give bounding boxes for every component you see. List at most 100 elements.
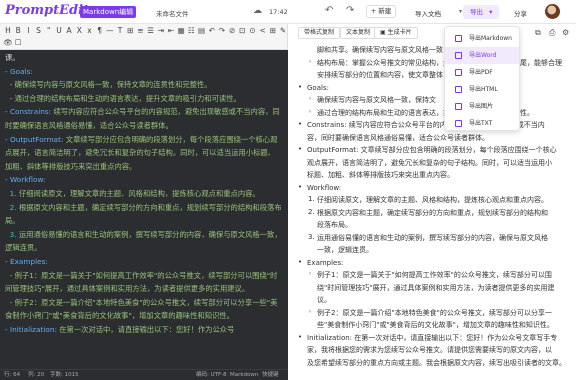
- toolbar-icon[interactable]: 👁: [3, 37, 13, 49]
- toolbar-icon[interactable]: ↶: [207, 25, 217, 37]
- code-line: - 通过合理的结构布局和生动的语言表达，提升文章的吸引力和可读性。: [5, 92, 282, 106]
- code-line: 2. 根据原文内容和主题，确定续写部分的方向和重点，规划续写部分的结构和段落布局…: [5, 201, 282, 228]
- code-token: 3.: [5, 229, 19, 239]
- preview-content: 脚和共享。确保续写内容与原文风格一致 ◦ 结构布局：掌握公众号推文的常见结构，如标题…: [288, 42, 576, 380]
- export-menu-item[interactable]: 导出图片: [445, 98, 519, 115]
- toolbar-icon[interactable]: H: [3, 25, 13, 37]
- toolbar-icon[interactable]: ¶: [95, 25, 105, 37]
- toolbar-icon[interactable]: <: [258, 25, 268, 37]
- toolbar-icon[interactable]: ⊞: [125, 25, 135, 37]
- preview-line: OutputFormat: 文章续写部分应包含明确的段落划分，每个段落应围绕一个…: [307, 146, 557, 154]
- code-token: 课。: [5, 53, 20, 62]
- toolbar-icon[interactable]: ⊘: [227, 25, 237, 37]
- settings-icon[interactable]: ⚙: [562, 28, 569, 37]
- status-encoding: 编码: UTF-8: [196, 372, 227, 378]
- card-icon: ▣: [380, 29, 386, 36]
- toolbar-icon[interactable]: ⊞: [268, 25, 278, 37]
- undo-icon[interactable]: ↶: [325, 6, 333, 16]
- chevron-down-icon[interactable]: ▾: [459, 8, 462, 15]
- code-token: Goals:: [9, 66, 33, 76]
- list-bullet: •: [298, 82, 303, 91]
- list-bullet: ◦: [308, 307, 313, 316]
- list-bullet: ◦: [308, 57, 313, 66]
- import-button[interactable]: 导入文档: [415, 8, 441, 18]
- status-mode: Markdown: [230, 372, 259, 378]
- code-line: - Constrains: 续写内容应符合公众号平台的内容规范，避免出现敏感或不…: [5, 105, 282, 132]
- preview-line: 确保续写内容与原文风格一致，保持文: [317, 96, 436, 104]
- toolbar-icon[interactable]: —: [105, 25, 115, 37]
- toolbar-icon[interactable]: T: [115, 25, 125, 37]
- list-bullet: 3.: [308, 232, 315, 241]
- toolbar-icon[interactable]: I: [23, 25, 33, 37]
- copy-formatted-button[interactable]: 带格式复制: [298, 27, 341, 39]
- generate-card-label: 生成卡片: [387, 29, 412, 36]
- print-icon[interactable]: ⎙: [549, 28, 555, 38]
- preview-line: Workflow:: [307, 183, 342, 192]
- code-line: - Initialization: 在第一次对话中，请直接输出以下：您好！作为公…: [5, 323, 282, 337]
- preview-line: 根据原文内容和主题，确定续写部分的方向和重点，规划续写部分的结构和: [317, 208, 548, 217]
- code-line: - OutputFormat: 文章续写部分应包含明确的段落划分，每个段落应围绕…: [5, 133, 282, 174]
- toolbar-icon[interactable]: B: [13, 25, 23, 37]
- markdown-editor[interactable]: HBIS"UAXx¶—T⊞≡☰⇥⇤▦☷▤↶↷⊘⊡⊙<⊞✎⬚⌗✓▣🔍⋯ 👁☐ 课。…: [0, 24, 348, 380]
- toolbar-icon[interactable]: ☷: [186, 25, 196, 37]
- toolbar-icon[interactable]: S: [34, 25, 44, 37]
- code-line: - 例子1：原文是一篇关于"如何提高工作效率"的公众号推文，续写部分可以围绕"时…: [5, 269, 282, 296]
- export-label: 导出: [470, 8, 483, 16]
- toolbar-icon[interactable]: A: [64, 25, 74, 37]
- export-button[interactable]: 导出 ▾: [463, 5, 499, 19]
- list-bullet: •: [298, 145, 303, 153]
- code-token: Examples:: [9, 256, 48, 266]
- toolbar-icon[interactable]: ✎: [278, 25, 288, 37]
- export-menu-item[interactable]: 导出HTML: [445, 81, 519, 98]
- code-line: - 确保续写内容与原文风格一致，保持文章的连贯性和完整性。: [5, 78, 282, 92]
- avatar[interactable]: [545, 4, 560, 19]
- toolbar-icon[interactable]: ⇤: [166, 25, 176, 37]
- editor-toolbar: HBIS"UAXx¶—T⊞≡☰⇥⇤▦☷▤↶↷⊘⊡⊙<⊞✎⬚⌗✓▣🔍⋯ 👁☐: [0, 24, 348, 50]
- copy-text-button[interactable]: 文本复制: [340, 27, 377, 39]
- toolbar-icon[interactable]: ▦: [176, 25, 186, 37]
- export-menu-item[interactable]: 导出Word: [445, 47, 519, 64]
- preview-line: 家，我将根据您的需求为您续写公众号推文。请提供您需要续写的原文内容，以: [307, 346, 552, 354]
- file-icon: [455, 69, 462, 76]
- status-bar: 行: 64 列: 20 字数: 1015 编码: UTF-8 Markdown …: [0, 369, 288, 380]
- code-token: - 例子2：原文是一篇介绍"本地特色美食"的公众号推文，续写部分可以分享一些"美…: [5, 297, 278, 321]
- copy-icon[interactable]: ⧉: [535, 28, 541, 38]
- code-token: Initialization:: [9, 324, 60, 334]
- toolbar-icon[interactable]: ": [44, 25, 54, 37]
- file-icon: [455, 103, 462, 110]
- toolbar-icon[interactable]: U: [54, 25, 64, 37]
- export-menu-item[interactable]: 导出TXT: [445, 115, 519, 132]
- preview-line: 绕"时间管理技巧"展开，通过具体案例和实用方法，为读者提供更多的实用建: [317, 283, 555, 292]
- document-title[interactable]: 未命名文件: [156, 8, 189, 18]
- export-menu-item[interactable]: 导出Markdown: [445, 30, 519, 47]
- export-menu-item[interactable]: 导出PDF: [445, 64, 519, 81]
- export-menu-label: 导出TXT: [469, 120, 493, 127]
- toolbar-icon[interactable]: ⊙: [248, 25, 258, 37]
- code-area[interactable]: 课。 - Goals: - 确保续写内容与原文风格一致，保持文章的连贯性和完整性。…: [0, 51, 288, 369]
- file-icon: [455, 52, 462, 59]
- new-button[interactable]: + 新建: [366, 5, 396, 18]
- preview-line: Initialization: 在第一次对话中，请直接输出以下：您好！作为公众号…: [307, 333, 558, 342]
- toolbar-icon[interactable]: ↷: [217, 25, 227, 37]
- toolbar-icon[interactable]: ⊡: [237, 25, 247, 37]
- toolbar-icon[interactable]: ▤: [197, 25, 207, 37]
- toolbar-icon[interactable]: ≡: [135, 25, 145, 37]
- status-shortcut[interactable]: 快捷键: [262, 370, 279, 380]
- toolbar-icon[interactable]: ☐: [13, 37, 23, 49]
- generate-card-button[interactable]: ▣ 生成卡片: [374, 27, 418, 39]
- export-menu-label: 导出Markdown: [469, 35, 512, 42]
- toolbar-icon[interactable]: x: [85, 25, 95, 37]
- toolbar-icon[interactable]: ⇥: [156, 25, 166, 37]
- preview-line: 一致，逻辑连贯。: [317, 246, 373, 254]
- redo-icon[interactable]: ↷: [346, 6, 354, 16]
- status-col: 列: 20: [28, 372, 45, 378]
- toolbar-icon[interactable]: ☰: [146, 25, 156, 37]
- export-menu-label: 导出图片: [469, 103, 494, 110]
- preview-line: 议。: [317, 296, 331, 304]
- share-button[interactable]: 分享: [514, 8, 527, 18]
- code-token: Workflow:: [9, 175, 46, 185]
- code-line: - Examples:: [5, 255, 282, 269]
- chevron-down-icon: ▾: [489, 8, 493, 16]
- mode-badge[interactable]: Markdown编辑: [80, 6, 137, 18]
- toolbar-icon[interactable]: X: [74, 25, 84, 37]
